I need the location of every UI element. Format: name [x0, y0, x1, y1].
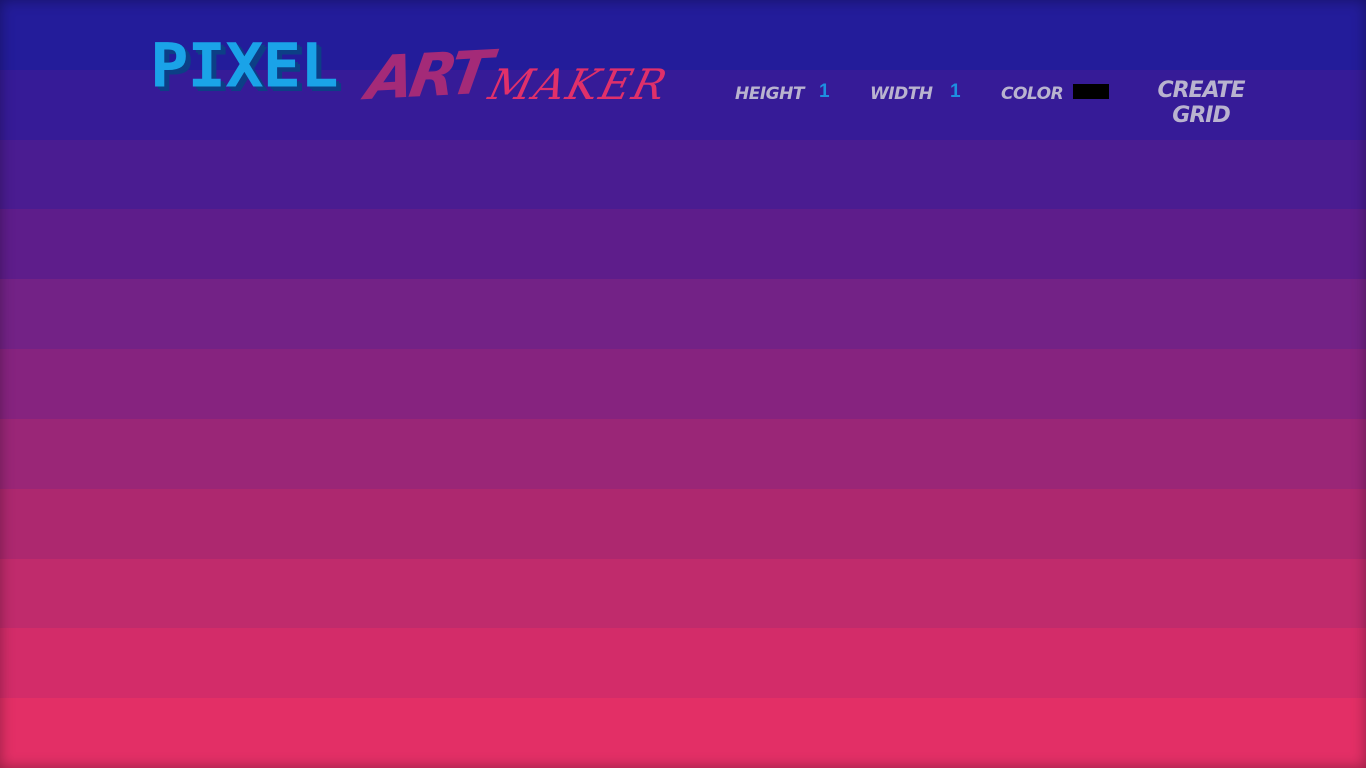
grid-size-form: HEIGHT WIDTH COLOR CREATE GRID [735, 78, 1275, 128]
color-label: COLOR [1001, 84, 1064, 104]
create-grid-button[interactable]: CREATE GRID [1127, 78, 1275, 128]
width-input[interactable] [950, 80, 984, 104]
height-label: HEIGHT [735, 84, 804, 104]
height-input[interactable] [819, 80, 853, 104]
app-logo: PIXEL ART MAKER [150, 30, 673, 118]
logo-word-art: ART [361, 37, 494, 115]
width-label: WIDTH [870, 84, 933, 104]
color-picker[interactable] [1073, 84, 1109, 99]
pixel-canvas[interactable] [0, 140, 1366, 768]
logo-word-pixel: PIXEL [150, 31, 339, 102]
logo-word-maker: MAKER [484, 60, 674, 109]
